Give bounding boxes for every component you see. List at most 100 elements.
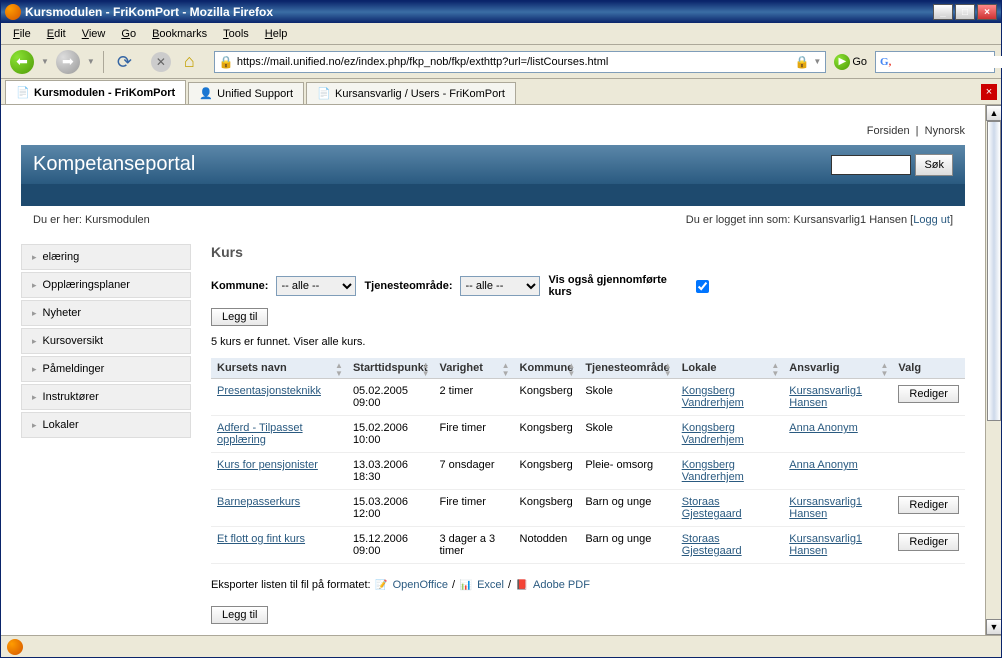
logout-link[interactable]: Logg ut	[913, 214, 950, 226]
export-openoffice[interactable]: OpenOffice	[393, 579, 448, 591]
login-user: Kursansvarlig1 Hansen	[793, 214, 907, 226]
menu-edit[interactable]: Edit	[39, 26, 74, 42]
browser-tab-0[interactable]: 📄 Kursmodulen - FriKomPort	[5, 80, 186, 104]
window-title: Kursmodulen - FriKomPort - Mozilla Firef…	[25, 5, 933, 19]
kommune-select[interactable]: -- alle --	[276, 276, 356, 296]
ansvarlig-link[interactable]: Anna Anonym	[789, 422, 858, 434]
sidebar-item-5[interactable]: ▸Instruktører	[21, 384, 191, 410]
scroll-thumb[interactable]	[987, 121, 1001, 421]
column-header-2[interactable]: Varighet▲▼	[434, 358, 514, 379]
sort-icon[interactable]: ▲▼	[502, 362, 510, 378]
kurs-link[interactable]: Barnepasserkurs	[217, 496, 300, 508]
tjeneste-select[interactable]: -- alle --	[460, 276, 540, 296]
sidebar-item-0[interactable]: ▸elæring	[21, 244, 191, 270]
menu-tools[interactable]: Tools	[215, 26, 257, 42]
kurs-link[interactable]: Presentasjonsteknikk	[217, 385, 321, 397]
column-header-5[interactable]: Lokale▲▼	[676, 358, 784, 379]
column-header-3[interactable]: Kommune▲▼	[514, 358, 580, 379]
back-button[interactable]: ⬅	[7, 48, 37, 76]
forward-dropdown[interactable]: ▼	[87, 57, 95, 66]
export-prefix: Eksporter listen til fil på formatet:	[211, 579, 371, 591]
lokale-link[interactable]: Kongsberg Vandrerhjem	[682, 385, 744, 409]
scroll-down-button[interactable]: ▼	[986, 619, 1001, 635]
go-label: Go	[852, 56, 867, 68]
column-header-1[interactable]: Starttidspunkt▲▼	[347, 358, 434, 379]
scroll-up-button[interactable]: ▲	[986, 105, 1001, 121]
sort-icon[interactable]: ▲▼	[881, 362, 889, 378]
browser-tab-2[interactable]: 📄 Kursansvarlig / Users - FriKomPort	[306, 82, 516, 104]
export-pdf[interactable]: Adobe PDF	[533, 579, 590, 591]
sort-icon[interactable]: ▲▼	[335, 362, 343, 378]
rediger-button[interactable]: Rediger	[898, 385, 959, 403]
search-bar[interactable]: G,	[875, 51, 995, 73]
rediger-button[interactable]: Rediger	[898, 496, 959, 514]
home-button[interactable]: ⌂	[180, 48, 210, 76]
sort-icon[interactable]: ▲▼	[567, 362, 575, 378]
legg-til-button-bottom[interactable]: Legg til	[211, 606, 268, 624]
sort-icon[interactable]: ▲▼	[771, 362, 779, 378]
browser-tab-1[interactable]: 👤 Unified Support	[188, 82, 304, 104]
lokale-link[interactable]: Kongsberg Vandrerhjem	[682, 459, 744, 483]
cell-varighet: 2 timer	[434, 379, 514, 416]
maximize-button[interactable]: □	[955, 4, 975, 20]
url-dropdown[interactable]: ▼	[813, 57, 821, 66]
link-nynorsk[interactable]: Nynorsk	[925, 125, 965, 137]
close-button[interactable]: ×	[977, 4, 997, 20]
column-header-6[interactable]: Ansvarlig▲▼	[783, 358, 892, 379]
status-bar	[1, 635, 1001, 657]
url-input[interactable]	[237, 56, 791, 68]
go-button[interactable]: ▶ Go	[830, 54, 871, 70]
header-search-input[interactable]	[831, 155, 911, 175]
sidebar-item-4[interactable]: ▸Påmeldinger	[21, 356, 191, 382]
ansvarlig-link[interactable]: Kursansvarlig1 Hansen	[789, 533, 862, 557]
kurs-link[interactable]: Kurs for pensjonister	[217, 459, 318, 471]
sidebar-item-3[interactable]: ▸Kursoversikt	[21, 328, 191, 354]
menu-help[interactable]: Help	[257, 26, 296, 42]
ansvarlig-link[interactable]: Kursansvarlig1 Hansen	[789, 385, 862, 409]
sidebar-item-1[interactable]: ▸Opplæringsplaner	[21, 272, 191, 298]
cell-kommune: Kongsberg	[514, 379, 580, 416]
sidebar-item-label: Opplæringsplaner	[43, 279, 130, 291]
close-tab-button[interactable]: ×	[981, 84, 997, 100]
kurs-link[interactable]: Et flott og fint kurs	[217, 533, 305, 545]
vis-checkbox[interactable]	[696, 280, 709, 293]
stop-button[interactable]: ✕	[146, 48, 176, 76]
breadcrumb-bar: Du er her: Kursmodulen Du er logget inn …	[21, 206, 965, 234]
ansvarlig-link[interactable]: Anna Anonym	[789, 459, 858, 471]
forward-button[interactable]: ➡	[53, 48, 83, 76]
sidebar-item-6[interactable]: ▸Lokaler	[21, 412, 191, 438]
ansvarlig-link[interactable]: Kursansvarlig1 Hansen	[789, 496, 862, 520]
firefox-status-icon	[7, 639, 23, 655]
cell-kommune: Kongsberg	[514, 416, 580, 453]
menu-view[interactable]: View	[74, 26, 114, 42]
cell-varighet: 7 onsdager	[434, 453, 514, 490]
menu-go[interactable]: Go	[113, 26, 144, 42]
cell-omrade: Barn og unge	[579, 527, 675, 564]
export-excel[interactable]: Excel	[477, 579, 504, 591]
cell-varighet: Fire timer	[434, 490, 514, 527]
sort-icon[interactable]: ▲▼	[422, 362, 430, 378]
menu-bookmarks[interactable]: Bookmarks	[144, 26, 215, 42]
menu-file[interactable]: File	[5, 26, 39, 42]
kurs-link[interactable]: Adferd - Tilpasset opplæring	[217, 422, 303, 446]
lokale-link[interactable]: Storaas Gjestegaard	[682, 533, 742, 557]
cell-start: 13.03.200618:30	[347, 453, 434, 490]
header-search-button[interactable]: Søk	[915, 154, 953, 176]
minimize-button[interactable]: _	[933, 4, 953, 20]
result-text: 5 kurs er funnet. Viser alle kurs.	[211, 336, 965, 348]
column-header-4[interactable]: Tjenesteområde▲▼	[579, 358, 675, 379]
sidebar-item-2[interactable]: ▸Nyheter	[21, 300, 191, 326]
url-bar[interactable]: 🔒 🔒 ▼	[214, 51, 826, 73]
rediger-button[interactable]: Rediger	[898, 533, 959, 551]
legg-til-button-top[interactable]: Legg til	[211, 308, 268, 326]
vertical-scrollbar[interactable]: ▲ ▼	[985, 105, 1001, 635]
column-header-0[interactable]: Kursets navn▲▼	[211, 358, 347, 379]
lokale-link[interactable]: Storaas Gjestegaard	[682, 496, 742, 520]
reload-button[interactable]: ⟳	[112, 48, 142, 76]
search-input[interactable]	[891, 56, 1002, 68]
column-header-7[interactable]: Valg	[892, 358, 965, 379]
lokale-link[interactable]: Kongsberg Vandrerhjem	[682, 422, 744, 446]
back-dropdown[interactable]: ▼	[41, 57, 49, 66]
link-forsiden[interactable]: Forsiden	[867, 125, 910, 137]
sort-icon[interactable]: ▲▼	[664, 362, 672, 378]
